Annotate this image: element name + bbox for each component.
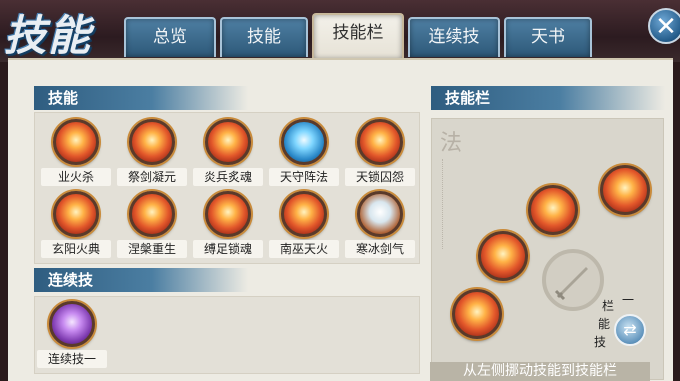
flame-soldier-icon [205,119,251,165]
switch-label-char: 一 [622,293,635,307]
combo-slot[interactable]: 连续技一 [37,301,107,373]
blue-shield-icon [281,119,327,165]
skills-grid: 业火杀 祭剑凝元 炎兵炙魂 天守阵法 天锁囚怨 玄阳火典 涅槃重生 缚足锁魂 南… [34,112,420,264]
skillbar-section-title: 技能栏 [431,86,665,110]
combo-purple-icon [49,301,95,347]
content-panel: 技能 业火杀 祭剑凝元 炎兵炙魂 天守阵法 天锁囚怨 玄阳火典 涅槃重生 缚足锁… [8,58,673,381]
tab-overview[interactable]: 总览 [124,17,216,57]
tab-combo[interactable]: 连续技 [408,17,500,57]
skill-label: 玄阳火典 [41,240,111,258]
rebirth-icon [129,191,175,237]
skill-label: 业火杀 [41,168,111,186]
skill-slot[interactable]: 缚足锁魂 [193,191,263,263]
combo-label: 连续技一 [37,350,107,368]
skill-label: 炎兵炙魂 [193,168,263,186]
attack-dial [542,249,604,311]
switch-label-char: 技 [594,335,607,349]
skillbar-area: 法 栏 一 能 技 ⇄ [431,118,664,380]
skill-label: 寒冰剑气 [345,240,415,258]
skill-label: 缚足锁魂 [193,240,263,258]
tab-tianshu[interactable]: 天书 [504,17,592,57]
sun-fire-icon [53,191,99,237]
skillbar-slot[interactable] [478,231,528,281]
ice-sword-icon [357,191,403,237]
skill-label: 南巫天火 [269,240,339,258]
skillbar-skill-icon [600,165,650,215]
skill-slot[interactable]: 南巫天火 [269,191,339,263]
combo-section-title: 连续技 [34,268,248,292]
chain-prison-icon [357,119,403,165]
close-button[interactable]: ✕ [648,8,680,44]
skillbar-skill-icon [452,289,502,339]
fire-slash-icon [53,119,99,165]
skill-label: 涅槃重生 [117,240,187,258]
tab-skills[interactable]: 技能 [220,17,308,57]
switch-label-char: 栏 [602,299,615,313]
skill-slot[interactable]: 寒冰剑气 [345,191,415,263]
calligraphy-glyph: 法 [440,131,463,156]
skill-label: 天守阵法 [269,168,339,186]
combo-grid: 连续技一 [34,296,420,374]
skillbar-skill-icon [528,185,578,235]
drag-hint: 从左侧挪动技能到技能栏 [430,362,650,381]
skills-section-title: 技能 [34,86,248,110]
skill-label: 祭剑凝元 [117,168,187,186]
tab-skillbar[interactable]: 技能栏 [312,13,404,59]
sword-ritual-icon [129,119,175,165]
close-icon: ✕ [655,12,677,42]
switch-label-char: 能 [598,317,611,331]
skill-slot[interactable]: 涅槃重生 [117,191,187,263]
skill-slot[interactable]: 业火杀 [41,119,111,191]
skill-slot[interactable]: 炎兵炙魂 [193,119,263,191]
skill-label: 天锁囚怨 [345,168,415,186]
skill-slot[interactable]: 天守阵法 [269,119,339,191]
switch-skillbar-button[interactable]: ⇄ [614,314,646,346]
bind-soul-icon [205,191,251,237]
sky-fire-icon [281,191,327,237]
skillbar-slot[interactable] [452,289,502,339]
sword-icon [554,267,588,301]
skill-slot[interactable]: 玄阳火典 [41,191,111,263]
skill-window: 技能 总览 技能 技能栏 连续技 天书 ✕ 技能 业火杀 祭剑凝元 炎兵炙魂 天… [0,0,680,381]
window-logo-title: 技能 [4,11,93,60]
skill-slot[interactable]: 祭剑凝元 [117,119,187,191]
skillbar-slot[interactable] [600,165,650,215]
skill-slot[interactable]: 天锁囚怨 [345,119,415,191]
swap-arrows-icon: ⇄ [623,320,637,339]
skillbar-slot[interactable] [528,185,578,235]
skillbar-skill-icon [478,231,528,281]
